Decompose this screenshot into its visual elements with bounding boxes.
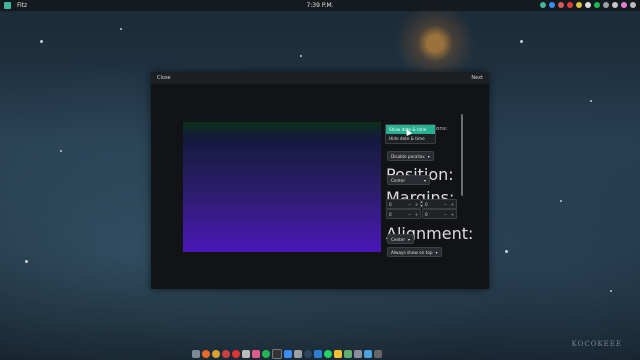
options-scrollbar[interactable] (461, 114, 463, 196)
always-on-top-button[interactable]: Always show on top ▾ (387, 247, 442, 257)
margin-top-stepper[interactable]: 0 − + (386, 199, 421, 209)
parallax-button[interactable]: Disable parallax ▾ (387, 151, 434, 161)
store-app-icon[interactable] (334, 349, 342, 358)
minus-icon[interactable]: − (442, 202, 449, 207)
music-app-icon[interactable] (252, 349, 260, 358)
app-menu-icon[interactable] (4, 2, 11, 9)
margin-right-value: 0 (425, 201, 428, 207)
position-select-value: Center (391, 177, 406, 183)
system-app-icon[interactable] (374, 349, 382, 358)
minus-icon[interactable]: − (406, 212, 413, 217)
minus-icon[interactable]: − (442, 212, 449, 217)
files-app-icon[interactable] (192, 349, 200, 358)
chevron-down-icon: ▾ (427, 153, 430, 159)
margin-left-stepper[interactable]: 0 − + (422, 209, 457, 219)
youtube-icon[interactable] (567, 2, 573, 8)
music-icon[interactable] (558, 2, 564, 8)
menu-item-hide-date-time[interactable]: Hide date & time (386, 134, 435, 143)
dialog-header: Close Next (151, 72, 489, 84)
messenger-icon[interactable] (549, 2, 555, 8)
wallpaper-preview (183, 122, 381, 252)
system-tray (540, 2, 636, 8)
chrome-app-icon[interactable] (212, 349, 220, 358)
code-app-icon[interactable] (314, 349, 322, 358)
link-icon[interactable] (603, 2, 609, 8)
chat-app-icon[interactable] (354, 349, 362, 358)
chevron-down-icon: ▾ (435, 249, 438, 255)
next-button[interactable]: Next (471, 75, 483, 81)
active-app-name[interactable]: Fitz (17, 2, 27, 9)
setup-dialog: Close Next ons: Show date & time Hide da… (151, 72, 489, 289)
steam-app-icon[interactable] (304, 349, 312, 358)
alignment-select[interactable]: Center ▾ (387, 234, 415, 244)
margin-left-value: 0 (425, 211, 428, 217)
firefox-app-icon[interactable] (202, 349, 210, 358)
margin-top-value: 0 (389, 201, 392, 207)
plus-icon[interactable]: + (449, 212, 456, 217)
chevron-down-icon: ▾ (408, 236, 411, 242)
watermark: KOCOKEEE (571, 340, 622, 348)
spotify-app-icon[interactable] (262, 349, 270, 358)
screenshot-app-icon[interactable] (242, 349, 250, 358)
whatsapp-app-icon[interactable] (324, 349, 332, 358)
plus-icon[interactable]: + (413, 212, 420, 217)
terminal-app-icon[interactable] (272, 348, 282, 359)
top-panel: Fitz 7:39 P.M. (0, 0, 640, 11)
plus-icon[interactable]: + (449, 202, 456, 207)
settings-app-icon[interactable] (294, 349, 302, 358)
notes-icon[interactable] (576, 2, 582, 8)
pin-icon[interactable] (540, 2, 546, 8)
dock (192, 348, 382, 359)
always-on-top-label: Always show on top (391, 249, 433, 255)
alignment-select-value: Center (391, 236, 406, 242)
ghost-icon[interactable] (585, 2, 591, 8)
monitor-app-icon[interactable] (344, 349, 352, 358)
position-select[interactable]: Center ▾ (387, 175, 431, 185)
plus-icon[interactable]: + (413, 202, 420, 207)
network-icon[interactable] (630, 2, 636, 8)
margin-right-stepper[interactable]: 0 − + (422, 199, 457, 209)
color-icon[interactable] (621, 2, 627, 8)
minus-icon[interactable]: − (406, 202, 413, 207)
opera-app-icon[interactable] (232, 349, 240, 358)
options-heading: ons: (436, 126, 448, 132)
margin-bottom-stepper[interactable]: 0 − + (386, 209, 421, 219)
clock[interactable]: 7:39 P.M. (306, 2, 333, 9)
photos-app-icon[interactable] (364, 349, 372, 358)
margin-bottom-value: 0 (389, 211, 392, 217)
parallax-button-label: Disable parallax (391, 153, 425, 159)
spotify-icon[interactable] (594, 2, 600, 8)
close-button[interactable]: Close (157, 75, 171, 81)
vivaldi-app-icon[interactable] (222, 349, 230, 358)
cloud-icon[interactable] (612, 2, 618, 8)
chevron-down-icon: ▾ (424, 177, 427, 183)
mail-app-icon[interactable] (284, 349, 292, 358)
